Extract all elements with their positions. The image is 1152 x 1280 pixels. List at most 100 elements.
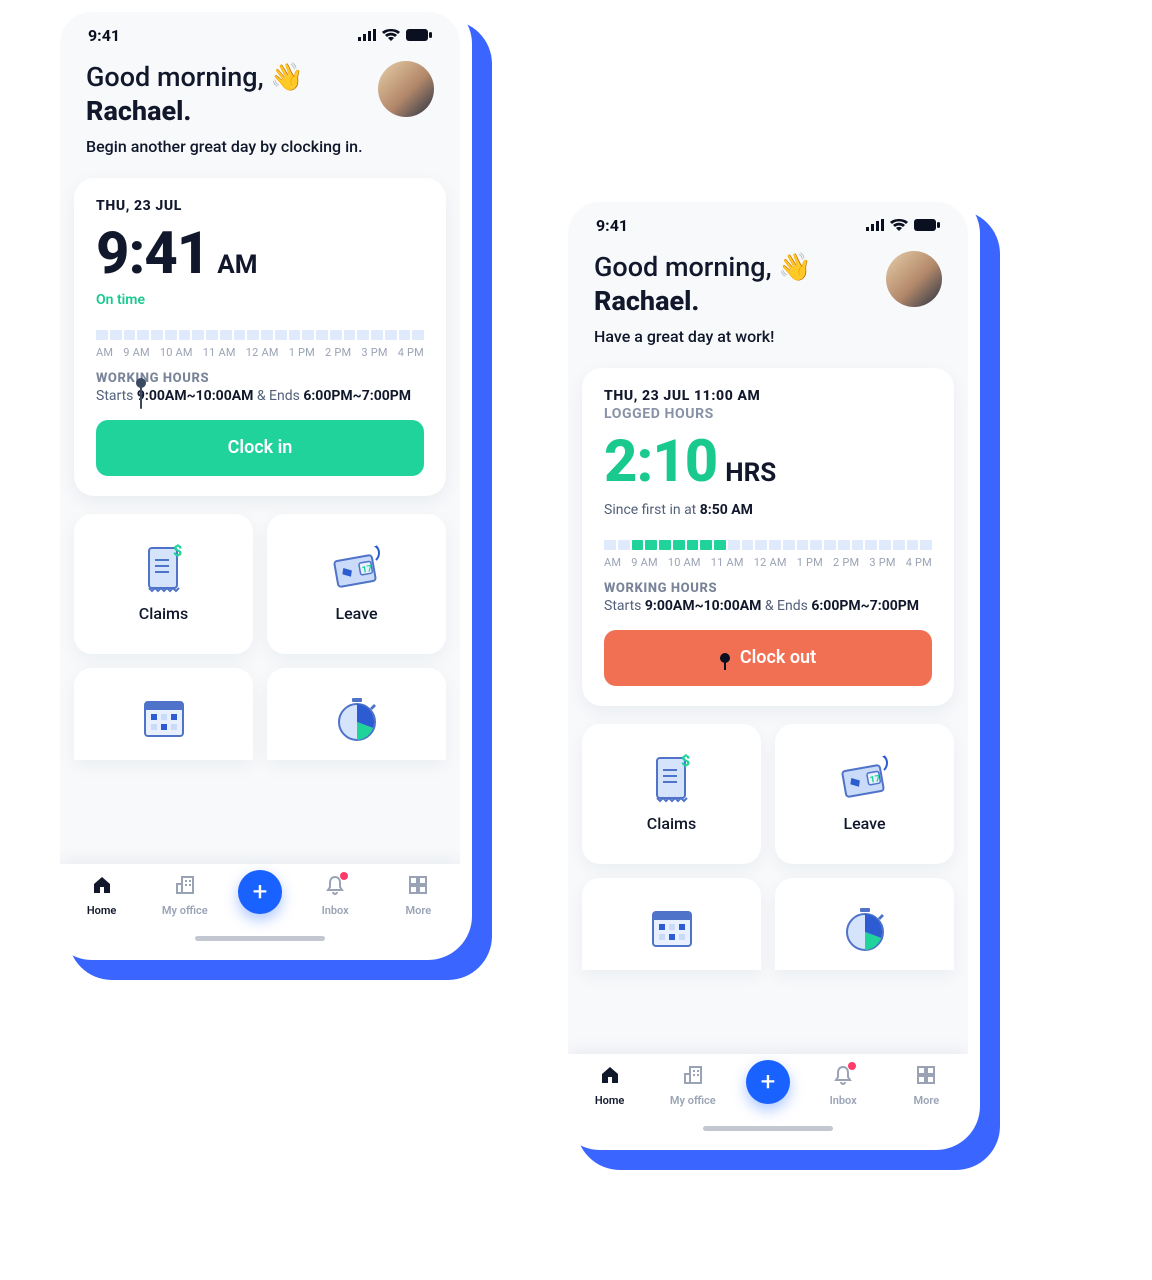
tile-label: Claims bbox=[647, 814, 696, 833]
tile-claims[interactable]: $ Claims bbox=[582, 724, 761, 864]
timeline: AM 9 AM 10 AM 11 AM 12 AM 1 PM 2 PM 3 PM… bbox=[96, 330, 424, 359]
svg-text:$: $ bbox=[681, 754, 690, 770]
tile-timer[interactable] bbox=[775, 878, 954, 970]
tab-office[interactable]: My office bbox=[155, 874, 215, 917]
pin-icon bbox=[720, 653, 730, 663]
receipt-icon: $ bbox=[135, 544, 193, 594]
phone-clock-in: 9:41 Good morning, 👋 Rachael. Begin anot… bbox=[48, 0, 472, 960]
timeline-labels: AM 9 AM 10 AM 11 AM 12 AM 1 PM 2 PM 3 PM… bbox=[604, 556, 932, 569]
receipt-icon: $ bbox=[643, 754, 701, 804]
phone-clock-out: 9:41 Good morning, 👋 Rachael. Have a gre… bbox=[556, 190, 980, 1150]
office-icon bbox=[682, 1064, 704, 1090]
working-hours: WORKING HOURS Starts 9:00AM~10:00AM & En… bbox=[604, 581, 932, 614]
status-badge: On time bbox=[96, 292, 424, 308]
clock-card: THU, 23 JUL 9:41 AM On time AM 9 AM 10 A… bbox=[74, 178, 446, 496]
office-icon bbox=[174, 874, 196, 900]
hours-suffix: HRS bbox=[725, 458, 776, 488]
tile-leave[interactable]: 17 Leave bbox=[775, 724, 954, 864]
bell-icon bbox=[832, 1064, 854, 1090]
tile-calendar[interactable] bbox=[582, 878, 761, 970]
greeting-name: Rachael. bbox=[86, 95, 191, 127]
tab-inbox[interactable]: Inbox bbox=[305, 874, 365, 917]
greeting-hello: Good morning, bbox=[594, 251, 772, 283]
battery-icon bbox=[914, 216, 940, 235]
tile-claims[interactable]: $ Claims bbox=[74, 514, 253, 654]
time-suffix: AM bbox=[217, 250, 257, 280]
clock-out-button[interactable]: Clock out bbox=[604, 630, 932, 686]
date-label: THU, 23 JUL bbox=[96, 198, 424, 214]
svg-text:$: $ bbox=[173, 544, 182, 560]
wave-icon: 👋 bbox=[778, 251, 812, 283]
calendar-icon bbox=[135, 694, 193, 744]
fab-add-button[interactable]: + bbox=[746, 1060, 790, 1104]
signal-icon bbox=[866, 216, 884, 235]
greeting-hello: Good morning, bbox=[86, 61, 264, 93]
tab-inbox[interactable]: Inbox bbox=[813, 1064, 873, 1107]
tab-home[interactable]: Home bbox=[72, 874, 132, 917]
time-number: 9:41 bbox=[96, 220, 209, 288]
stopwatch-icon bbox=[836, 904, 894, 954]
greeting-title: Good morning, 👋 Rachael. bbox=[594, 251, 812, 319]
status-icons bbox=[866, 216, 940, 235]
hours-number: 2:10 bbox=[604, 428, 717, 496]
tiles-grid: $ Claims 17 Leave bbox=[582, 724, 954, 970]
tile-timer[interactable] bbox=[267, 668, 446, 760]
working-hours: WORKING HOURS Starts 9:00AM~10:00AM & En… bbox=[96, 371, 424, 404]
avatar[interactable] bbox=[886, 251, 942, 307]
ticket-icon: 17 bbox=[328, 544, 386, 594]
clock-in-button[interactable]: Clock in bbox=[96, 420, 424, 476]
timeline-ticks bbox=[96, 330, 424, 340]
logged-time: 2:10 HRS bbox=[604, 428, 932, 496]
home-icon bbox=[91, 874, 113, 900]
greeting-title: Good morning, 👋 Rachael. bbox=[86, 61, 363, 129]
stopwatch-icon bbox=[328, 694, 386, 744]
home-indicator bbox=[195, 936, 325, 941]
current-time: 9:41 AM bbox=[96, 220, 424, 288]
greeting-name: Rachael. bbox=[594, 285, 699, 317]
signal-icon bbox=[358, 26, 376, 45]
svg-text:17: 17 bbox=[361, 564, 373, 576]
wifi-icon bbox=[890, 216, 908, 235]
tile-label: Leave bbox=[335, 604, 377, 623]
tab-office[interactable]: My office bbox=[663, 1064, 723, 1107]
since-label: Since first in at 8:50 AM bbox=[604, 502, 932, 518]
grid-icon bbox=[915, 1064, 937, 1090]
date-label: THU, 23 JUL 11:00 AM bbox=[604, 388, 932, 404]
tile-label: Leave bbox=[843, 814, 885, 833]
tiles-grid: $ Claims 17 Leave bbox=[74, 514, 446, 760]
logged-subtitle: LOGGED HOURS bbox=[604, 406, 932, 422]
status-time: 9:41 bbox=[596, 216, 628, 235]
tab-more[interactable]: More bbox=[896, 1064, 956, 1107]
status-bar: 9:41 bbox=[568, 202, 968, 241]
timeline-labels: AM 9 AM 10 AM 11 AM 12 AM 1 PM 2 PM 3 PM… bbox=[96, 346, 424, 359]
home-icon bbox=[599, 1064, 621, 1090]
calendar-icon bbox=[643, 904, 701, 954]
grid-icon bbox=[407, 874, 429, 900]
avatar[interactable] bbox=[378, 61, 434, 117]
greeting-block: Good morning, 👋 Rachael. Have a great da… bbox=[568, 241, 968, 362]
ticket-icon: 17 bbox=[836, 754, 894, 804]
tile-calendar[interactable] bbox=[74, 668, 253, 760]
svg-text:17: 17 bbox=[869, 774, 881, 786]
working-hours-body: Starts 9:00AM~10:00AM & Ends 6:00PM~7:00… bbox=[96, 388, 424, 404]
wave-icon: 👋 bbox=[270, 61, 304, 93]
working-hours-title: WORKING HOURS bbox=[604, 581, 932, 596]
working-hours-body: Starts 9:00AM~10:00AM & Ends 6:00PM~7:00… bbox=[604, 598, 932, 614]
battery-icon bbox=[406, 26, 432, 45]
tab-more[interactable]: More bbox=[388, 874, 448, 917]
greeting-subtitle: Begin another great day by clocking in. bbox=[86, 137, 363, 156]
greeting-subtitle: Have a great day at work! bbox=[594, 327, 812, 346]
time-marker-icon bbox=[140, 383, 142, 409]
wifi-icon bbox=[382, 26, 400, 45]
status-time: 9:41 bbox=[88, 26, 120, 45]
status-bar: 9:41 bbox=[60, 12, 460, 51]
bell-icon bbox=[324, 874, 346, 900]
notification-dot-icon bbox=[848, 1062, 856, 1070]
tab-home[interactable]: Home bbox=[580, 1064, 640, 1107]
notification-dot-icon bbox=[340, 872, 348, 880]
fab-add-button[interactable]: + bbox=[238, 870, 282, 914]
timeline-ticks bbox=[604, 540, 932, 550]
tile-leave[interactable]: 17 Leave bbox=[267, 514, 446, 654]
timeline: AM 9 AM 10 AM 11 AM 12 AM 1 PM 2 PM 3 PM… bbox=[604, 540, 932, 569]
tile-label: Claims bbox=[139, 604, 188, 623]
